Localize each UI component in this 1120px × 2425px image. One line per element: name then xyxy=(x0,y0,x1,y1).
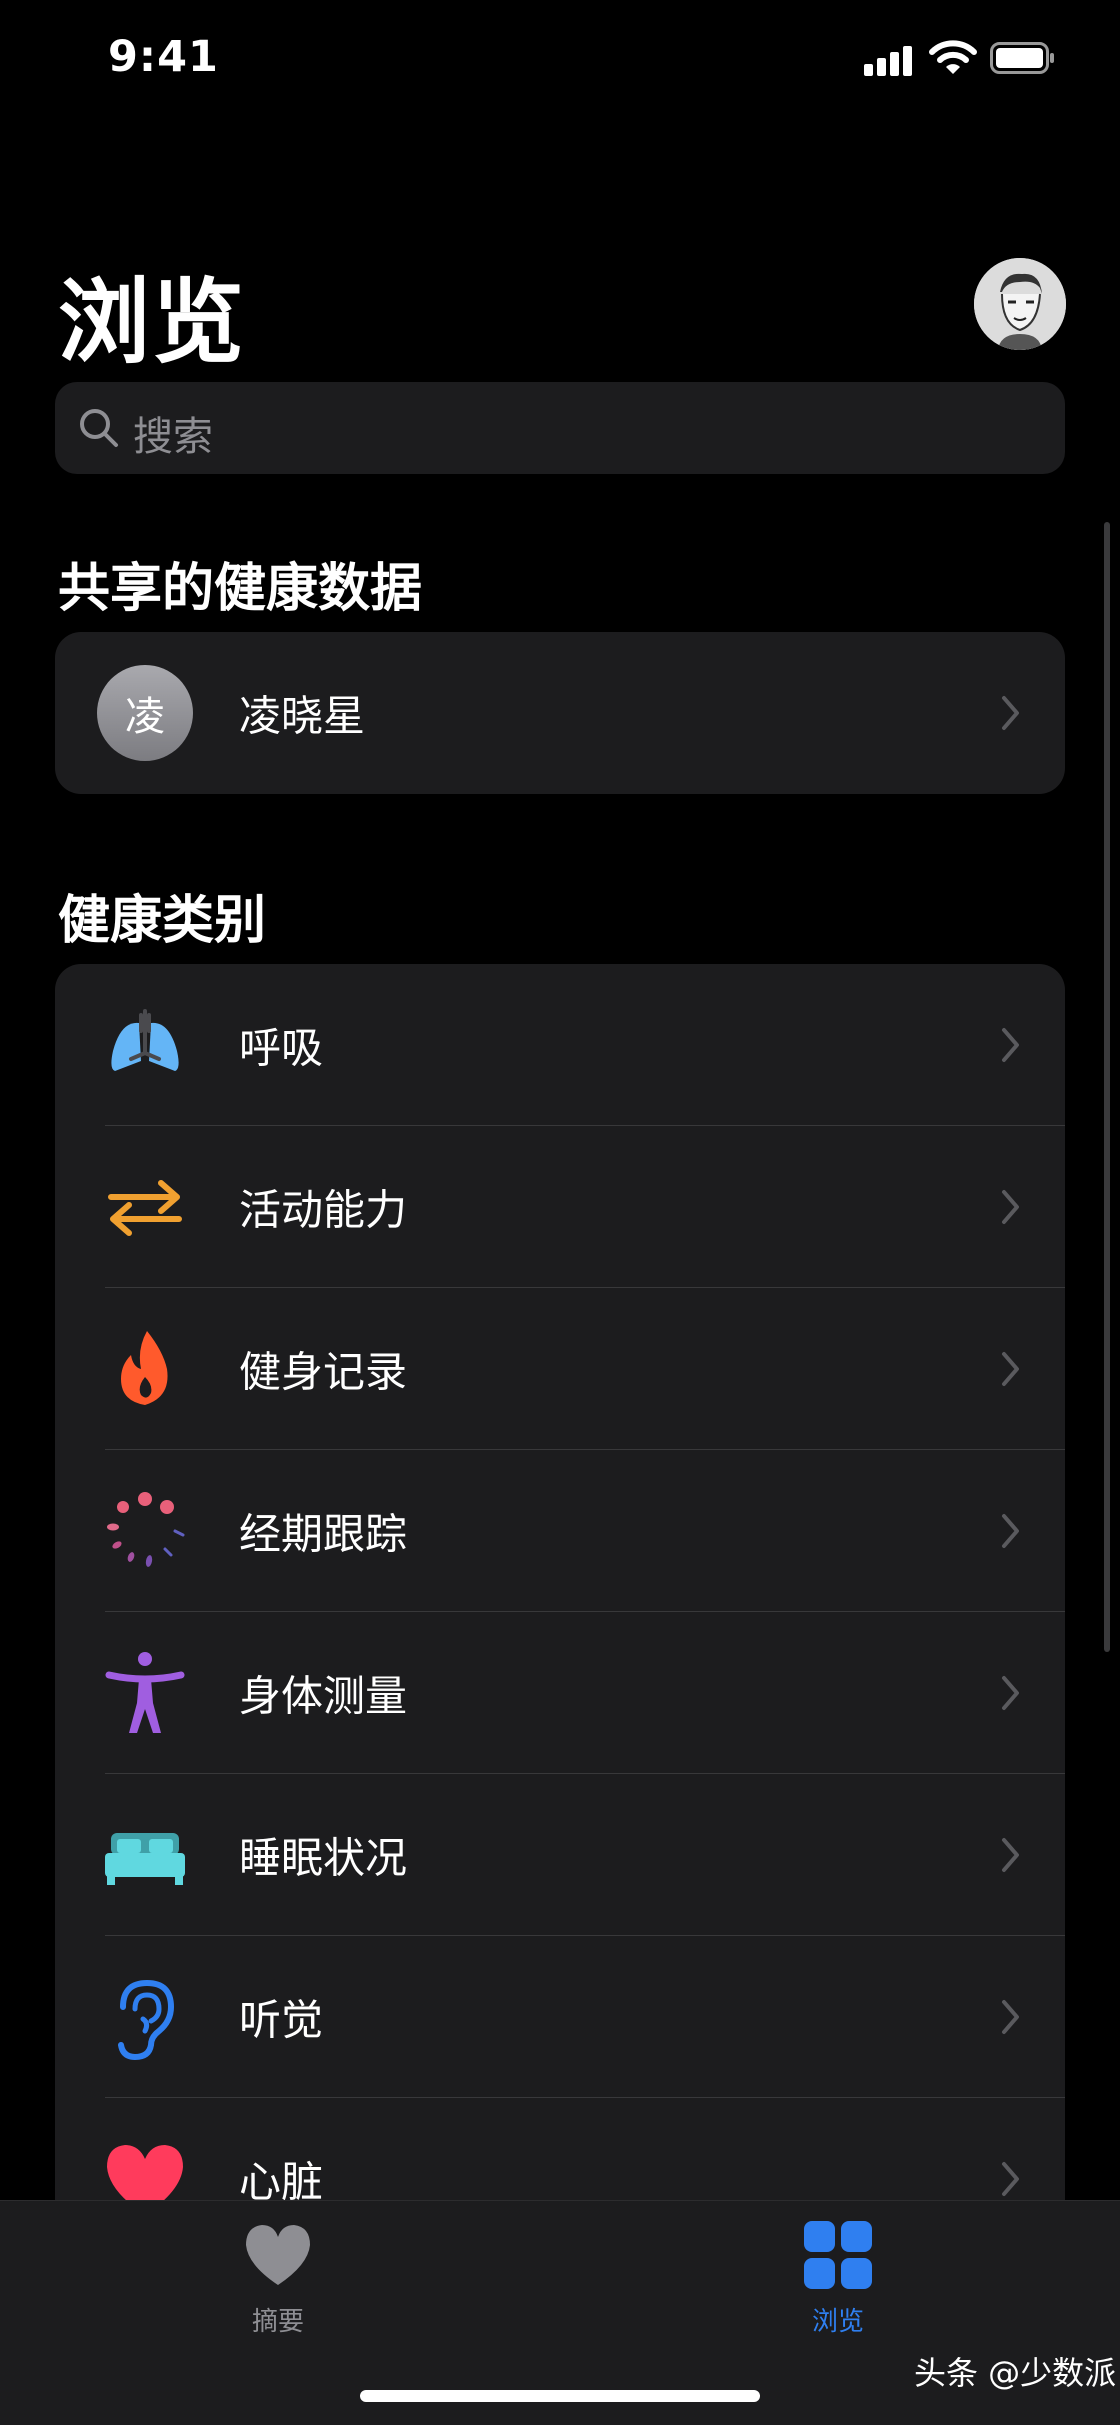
shared-person-row[interactable]: 凌 凌晓星 xyxy=(55,632,1065,794)
tab-browse[interactable]: 浏览 xyxy=(738,2219,938,2338)
wifi-icon xyxy=(929,40,977,74)
ear-icon xyxy=(118,1979,175,2061)
battery-icon xyxy=(990,42,1054,74)
scroll-indicator[interactable] xyxy=(1104,522,1110,1652)
search-field[interactable]: 搜索 xyxy=(55,382,1065,474)
chevron-right-icon xyxy=(1002,2162,1019,2196)
category-label: 呼吸 xyxy=(239,1023,324,1073)
status-bar: 9:41 xyxy=(0,0,1120,120)
figure-icon xyxy=(105,1652,185,1733)
category-label: 健身记录 xyxy=(239,1347,408,1397)
categories-section-title: 健康类别 xyxy=(58,891,267,951)
tab-summary[interactable]: 摘要 xyxy=(178,2219,378,2338)
chevron-right-icon xyxy=(1002,1028,1019,1062)
status-time: 9:41 xyxy=(108,32,219,82)
chevron-right-icon xyxy=(1002,1352,1019,1386)
arrows-icon xyxy=(108,1180,182,1236)
category-label: 经期跟踪 xyxy=(239,1509,408,1559)
lungs-icon xyxy=(111,1009,179,1071)
flame-icon xyxy=(121,1331,168,1405)
category-row-mobility[interactable]: 活动能力 xyxy=(55,1126,1065,1288)
categories-card: 呼吸 活动能力 健身记录 经期跟踪 身体测量 睡眠状况 听觉 心脏 xyxy=(55,964,1065,2364)
category-label: 听觉 xyxy=(239,1995,324,2045)
profile-avatar[interactable] xyxy=(974,258,1066,350)
home-indicator[interactable] xyxy=(360,2390,760,2402)
chevron-right-icon xyxy=(1002,696,1019,730)
category-label: 活动能力 xyxy=(239,1185,408,1235)
heart-icon xyxy=(246,2225,310,2285)
grid-icon xyxy=(804,2221,872,2289)
shared-section-title: 共享的健康数据 xyxy=(58,559,423,619)
bed-icon xyxy=(105,1833,185,1885)
cellular-signal-icon xyxy=(864,44,914,76)
tab-browse-label: 浏览 xyxy=(811,2307,864,2337)
chevron-right-icon xyxy=(1002,1838,1019,1872)
category-row-hearing[interactable]: 听觉 xyxy=(55,1936,1065,2098)
chevron-right-icon xyxy=(1002,1514,1019,1548)
search-icon xyxy=(80,409,118,447)
category-row-body-measurements[interactable]: 身体测量 xyxy=(55,1612,1065,1774)
chevron-right-icon xyxy=(1002,2000,1019,2034)
chevron-right-icon xyxy=(1002,1190,1019,1224)
person-name: 凌晓星 xyxy=(239,691,366,741)
category-row-activity[interactable]: 健身记录 xyxy=(55,1288,1065,1450)
category-row-sleep[interactable]: 睡眠状况 xyxy=(55,1774,1065,1936)
search-placeholder: 搜索 xyxy=(133,414,213,460)
chevron-right-icon xyxy=(1002,1676,1019,1710)
person-avatar: 凌 xyxy=(97,665,193,761)
shared-card: 凌 凌晓星 xyxy=(55,632,1065,794)
category-label: 身体测量 xyxy=(239,1671,408,1721)
page-title: 浏览 xyxy=(58,269,247,376)
watermark: 头条 @少数派 xyxy=(914,2354,1117,2392)
category-label: 睡眠状况 xyxy=(239,1833,408,1883)
cycle-icon xyxy=(107,1492,185,1567)
category-row-cycle-tracking[interactable]: 经期跟踪 xyxy=(55,1450,1065,1612)
avatar-face-icon xyxy=(974,258,1066,350)
category-row-respiratory[interactable]: 呼吸 xyxy=(55,964,1065,1126)
tab-summary-label: 摘要 xyxy=(251,2307,304,2337)
